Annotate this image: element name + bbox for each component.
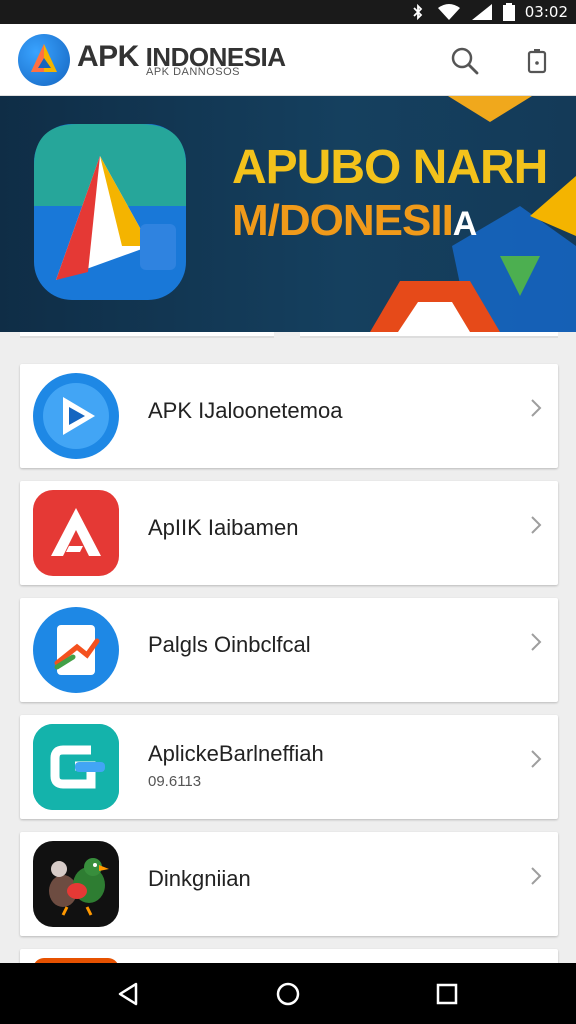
back-icon — [118, 982, 138, 1006]
home-icon — [276, 982, 300, 1006]
tab-strip — [0, 332, 576, 354]
play-store-style-icon — [33, 373, 119, 459]
letter-g-icon — [33, 724, 119, 810]
brand-subtitle: APK DANNOSOS — [146, 66, 241, 78]
letter-a-icon — [33, 490, 119, 576]
battery-icon — [502, 3, 515, 21]
list-item[interactable]: APK IJaloonetemoa — [20, 364, 558, 468]
signal-icon — [471, 3, 493, 21]
list-item[interactable]: Palgls Oinbclfcal — [20, 598, 558, 702]
chevron-right-icon — [531, 750, 542, 768]
recents-icon — [436, 983, 458, 1005]
search-button[interactable] — [448, 44, 482, 78]
clipboard-button[interactable] — [520, 44, 554, 78]
document-brush-icon — [33, 607, 119, 693]
promo-banner[interactable]: APUBO NARH M/DONESIIA — [0, 96, 576, 332]
status-time: 03:02 — [524, 3, 568, 21]
app-title: Dinkgniian — [148, 866, 251, 891]
banner-line2-tail: A — [452, 205, 478, 243]
app-title: ApIIK Iaibamen — [148, 515, 299, 540]
tab-right[interactable] — [300, 332, 558, 338]
status-bar: 03:02 — [0, 0, 576, 24]
chevron-right-icon — [531, 516, 542, 534]
navigation-bar — [0, 963, 576, 1024]
clipboard-icon — [527, 49, 547, 74]
list-item[interactable]: AplickeBarlneffiah 09.6113 — [20, 715, 558, 819]
chevron-right-icon — [531, 399, 542, 417]
recents-button[interactable] — [430, 977, 464, 1011]
back-button[interactable] — [112, 977, 146, 1011]
app-logo-icon — [18, 34, 70, 86]
list-item[interactable]: ApIIK Iaibamen — [20, 481, 558, 585]
app-title: AplickeBarlneffiah — [148, 741, 324, 766]
banner-line2-main: M/DONESII — [232, 196, 454, 245]
list-item[interactable]: Dinkgniian — [20, 832, 558, 936]
banner-subheadline: M/DONESIIA — [232, 196, 478, 246]
bluetooth-icon — [409, 3, 427, 21]
bird-icon — [33, 841, 119, 927]
status-icons: 03:02 — [409, 0, 568, 24]
app-subtitle: 09.6113 — [148, 773, 202, 790]
banner-headline: APUBO NARH — [232, 141, 548, 194]
app-title: APK IJaloonetemoa — [148, 398, 343, 423]
wifi-icon — [437, 3, 461, 21]
brand-prefix: APK — [77, 40, 139, 73]
app-bar: APK INDONESIA APK DANNOSOS — [0, 24, 576, 96]
chevron-right-icon — [531, 633, 542, 651]
search-icon — [451, 47, 479, 75]
home-button[interactable] — [271, 977, 305, 1011]
chevron-right-icon — [531, 867, 542, 885]
tab-left[interactable] — [20, 332, 274, 338]
app-title: Palgls Oinbclfcal — [148, 632, 311, 657]
